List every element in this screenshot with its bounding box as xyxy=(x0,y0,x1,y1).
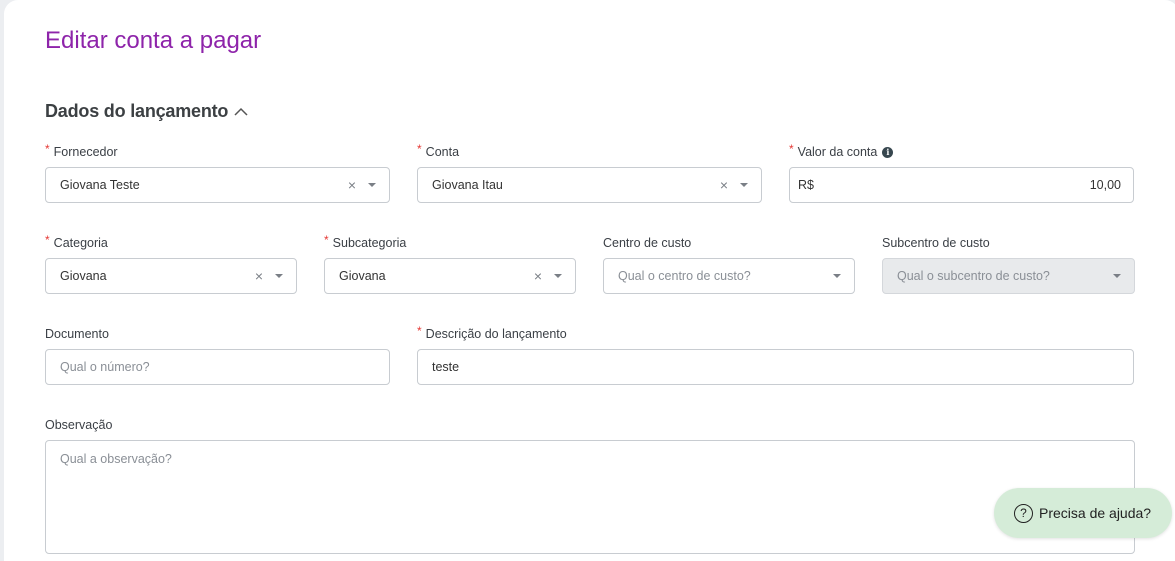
valor-label-text: Valor da conta xyxy=(797,145,878,159)
subcategoria-select[interactable]: Giovana × xyxy=(324,258,576,294)
subcentro-custo-placeholder: Qual o subcentro de custo? xyxy=(897,269,1050,283)
help-button[interactable]: ? Precisa de ajuda? xyxy=(994,488,1172,538)
subcentro-custo-label: Subcentro de custo xyxy=(882,236,990,250)
caret-down-icon[interactable] xyxy=(740,183,748,187)
clear-icon[interactable]: × xyxy=(720,177,728,193)
conta-label-text: Conta xyxy=(425,145,460,159)
section-header[interactable]: Dados do lançamento xyxy=(45,101,249,122)
required-mark: * xyxy=(417,142,422,156)
caret-down-icon[interactable] xyxy=(275,274,283,278)
caret-down-icon[interactable] xyxy=(554,274,562,278)
descricao-input[interactable]: teste xyxy=(417,349,1134,385)
required-mark: * xyxy=(789,142,794,156)
required-mark: * xyxy=(324,233,329,247)
centro-custo-label: Centro de custo xyxy=(603,236,691,250)
documento-label-text: Documento xyxy=(45,327,109,341)
caret-down-icon[interactable] xyxy=(368,183,376,187)
valor-input[interactable]: R$ 10,00 xyxy=(789,167,1134,203)
fornecedor-value: Giovana Teste xyxy=(60,178,140,192)
categoria-value: Giovana xyxy=(60,269,107,283)
required-mark: * xyxy=(45,142,50,156)
conta-label: * Conta xyxy=(417,142,460,159)
subcentro-custo-label-text: Subcentro de custo xyxy=(882,236,990,250)
chevron-up-icon[interactable] xyxy=(233,104,249,120)
clear-icon[interactable]: × xyxy=(255,268,263,284)
question-circle-icon: ? xyxy=(1014,503,1033,523)
subcentro-custo-select: Qual o subcentro de custo? xyxy=(882,258,1135,294)
documento-input[interactable]: Qual o número? xyxy=(45,349,390,385)
clear-icon[interactable]: × xyxy=(348,177,356,193)
subcategoria-value: Giovana xyxy=(339,269,386,283)
help-label: Precisa de ajuda? xyxy=(1039,505,1152,521)
observacao-label-text: Observação xyxy=(45,418,113,432)
documento-placeholder: Qual o número? xyxy=(60,360,150,374)
observacao-textarea[interactable]: Qual a observação? xyxy=(45,440,1135,554)
subcategoria-label-text: Subcategoria xyxy=(332,236,407,250)
conta-value: Giovana Itau xyxy=(432,178,503,192)
observacao-label: Observação xyxy=(45,418,112,432)
subcategoria-label: * Subcategoria xyxy=(324,233,407,250)
fornecedor-label-text: Fornecedor xyxy=(53,145,118,159)
descricao-label-text: Descrição do lançamento xyxy=(425,327,567,341)
descricao-value: teste xyxy=(432,360,460,374)
required-mark: * xyxy=(417,324,422,338)
section-title: Dados do lançamento xyxy=(45,101,229,121)
centro-custo-select[interactable]: Qual o centro de custo? xyxy=(603,258,855,294)
valor-value: 10,00 xyxy=(1089,178,1121,192)
info-icon[interactable]: i xyxy=(882,146,894,158)
required-mark: * xyxy=(45,233,50,247)
descricao-label: * Descrição do lançamento xyxy=(417,324,567,341)
fornecedor-label: * Fornecedor xyxy=(45,142,118,159)
valor-label: * Valor da conta i xyxy=(789,142,894,159)
conta-select[interactable]: Giovana Itau × xyxy=(417,167,762,203)
categoria-select[interactable]: Giovana × xyxy=(45,258,297,294)
observacao-placeholder: Qual a observação? xyxy=(60,452,172,466)
page-title: Editar conta a pagar xyxy=(45,27,262,54)
clear-icon[interactable]: × xyxy=(534,268,542,284)
caret-down-icon xyxy=(1113,274,1121,278)
categoria-label-text: Categoria xyxy=(53,236,108,250)
centro-custo-placeholder: Qual o centro de custo? xyxy=(618,269,751,283)
fornecedor-select[interactable]: Giovana Teste × xyxy=(45,167,390,203)
caret-down-icon[interactable] xyxy=(833,274,841,278)
documento-label: Documento xyxy=(45,327,109,341)
categoria-label: * Categoria xyxy=(45,233,108,250)
centro-custo-label-text: Centro de custo xyxy=(603,236,692,250)
currency-prefix: R$ xyxy=(798,178,814,192)
